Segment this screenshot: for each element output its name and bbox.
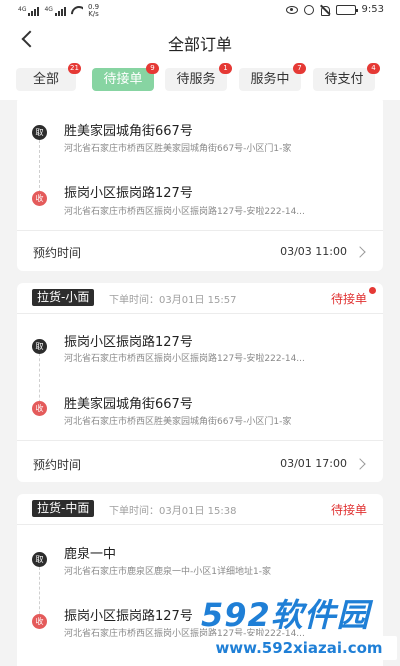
signal-icon-2: 4G (44, 6, 66, 16)
order-card[interactable]: 拉货-小面 下单时间：03月01日 15:57 待接单 取 振岗小区振岗路127… (17, 283, 383, 482)
order-status: 待接单 (330, 292, 367, 306)
divider (17, 524, 383, 525)
order-status-tabs: 全部 21 待接单 9 待服务 1 服务中 7 待支付 4 (0, 60, 400, 100)
page-title: 全部订单 (167, 35, 232, 54)
network-type-label-2: 4G (44, 6, 53, 13)
divider (17, 313, 383, 314)
tab-pending-payment[interactable]: 待支付 4 (313, 63, 380, 91)
tab-count-badge: 21 (68, 63, 81, 74)
battery-icon (335, 4, 358, 15)
status-bar-right: 9:53 (285, 4, 384, 16)
pickup-address: 河北省石家庄市桥西区胜美家园城角街667号-小区门1-家 (64, 144, 292, 154)
signal-icon: 4G (18, 6, 40, 16)
dropoff-location-name: 振岗小区振岗路127号 (64, 186, 193, 201)
pickup-location-name: 胜美家园城角街667号 (64, 124, 193, 139)
status-bar: 4G 4G 0.9 K/s 9:53 (0, 0, 400, 22)
order-time: 下单时间：03月01日 15:38 (109, 506, 237, 517)
appointment-label: 预约时间 (33, 246, 82, 260)
tab-label: 待接单 (103, 72, 143, 87)
tab-label: 服务中 (250, 72, 290, 87)
alarm-icon (303, 4, 314, 15)
dropoff-location-name: 胜美家园城角街667号 (64, 397, 193, 412)
pickup-location-name: 振岗小区振岗路127号 (64, 335, 193, 350)
vehicle-type-tag: 拉货-小面 (32, 289, 95, 306)
dropoff-location-name: 振岗小区振岗路127号 (64, 609, 193, 624)
tab-label: 待服务 (176, 72, 216, 87)
network-speed: 0.9 K/s (88, 4, 99, 18)
tab-pending-service[interactable]: 待服务 1 (165, 63, 232, 91)
pickup-marker: 取 (32, 552, 47, 567)
chevron-right-icon[interactable] (354, 458, 366, 470)
dropoff-marker: 收 (32, 614, 47, 629)
tab-label: 全部 (32, 72, 59, 87)
order-card-header: 拉货-小面 下单时间：03月01日 15:57 待接单 (17, 283, 383, 309)
appointment-label: 预约时间 (33, 458, 82, 472)
route-line (39, 567, 40, 619)
tab-count-badge: 1 (219, 63, 232, 74)
dropoff-address: 河北省石家庄市桥西区胜美家园城角街667号-小区门1-家 (64, 417, 292, 427)
tab-label: 待支付 (324, 72, 364, 87)
order-card-header: 拉货-中面 下单时间：03月01日 15:38 待接单 (17, 494, 383, 520)
mute-icon (320, 5, 330, 16)
status-bar-left: 4G 4G 0.9 K/s (18, 4, 99, 18)
nav-header: 全部订单 (0, 22, 400, 60)
dropoff-marker: 收 (32, 401, 47, 416)
dropoff-marker: 收 (32, 191, 47, 206)
chevron-right-icon[interactable] (354, 246, 366, 258)
vehicle-type-tag: 拉货-中面 (32, 500, 95, 517)
order-card[interactable]: 取 胜美家园城角街667号 河北省石家庄市桥西区胜美家园城角街667号-小区门1… (17, 96, 383, 271)
network-speed-unit: K/s (88, 10, 99, 18)
tab-count-badge: 9 (146, 63, 159, 74)
pickup-location-name: 鹿泉一中 (64, 547, 117, 562)
watermark-logo: 592软件园 (201, 596, 370, 634)
route-line (39, 353, 40, 408)
tab-in-service[interactable]: 服务中 7 (239, 63, 306, 91)
route-line (39, 140, 40, 198)
appointment-time: 03/03 11:00 (280, 245, 347, 258)
site-watermark: 592软件园 www.592xiazai.com (201, 594, 397, 664)
tab-count-badge: 4 (367, 63, 380, 74)
appointment-time: 03/01 17:00 (280, 457, 347, 470)
tab-all[interactable]: 全部 21 (16, 63, 81, 91)
unread-dot (369, 287, 376, 294)
pickup-marker: 取 (32, 339, 47, 354)
clock: 9:53 (361, 4, 384, 15)
divider (17, 440, 383, 441)
pickup-address: 河北省石家庄市桥西区振岗小区振岗路127号-安啦222-14... (64, 354, 305, 364)
watermark-url: www.592xiazai.com (201, 636, 397, 660)
network-type-label: 4G (18, 6, 27, 13)
wifi-icon (71, 6, 83, 16)
divider (17, 230, 383, 231)
order-status: 待接单 (330, 503, 367, 517)
eye-comfort-icon (285, 5, 298, 14)
dropoff-address: 河北省石家庄市桥西区振岗小区振岗路127号-安啦222-14... (64, 207, 305, 217)
pickup-address: 河北省石家庄市鹿泉区鹿泉一中-小区1详细地址1-家 (64, 567, 271, 577)
order-time: 下单时间：03月01日 15:57 (109, 295, 237, 306)
pickup-marker: 取 (32, 125, 47, 140)
tab-count-badge: 7 (293, 63, 306, 74)
tab-pending-accept[interactable]: 待接单 9 (92, 63, 159, 91)
